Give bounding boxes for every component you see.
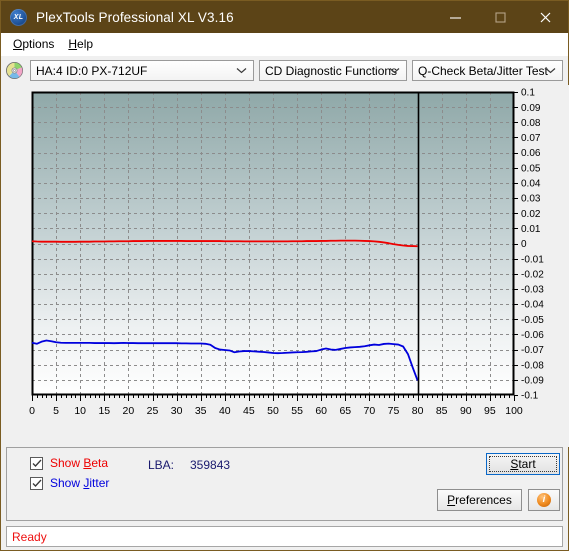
svg-text:0.04: 0.04 <box>521 179 541 190</box>
cd-disc-icon <box>6 62 23 79</box>
status-text: Ready <box>12 529 47 544</box>
svg-text:-0.08: -0.08 <box>521 360 544 371</box>
test-select[interactable]: Q-Check Beta/Jitter Test <box>412 60 563 81</box>
application-window: XL PlexTools Professional XL V3.16 Optio… <box>0 0 569 551</box>
svg-text:100: 100 <box>505 405 523 417</box>
drive-select[interactable]: HA:4 ID:0 PX-712UF <box>30 60 254 81</box>
menu-bar: Options Help <box>1 33 568 56</box>
svg-text:80: 80 <box>412 405 424 417</box>
svg-text:0.03: 0.03 <box>521 194 541 205</box>
lba-label: LBA: <box>148 458 175 472</box>
svg-text:-0.07: -0.07 <box>521 345 544 356</box>
menu-help-label: elp <box>77 37 94 51</box>
svg-text:0: 0 <box>521 239 527 250</box>
svg-text:0.02: 0.02 <box>521 209 541 220</box>
chevron-down-icon <box>389 61 400 80</box>
show-beta-label: Show Beta <box>50 456 109 470</box>
svg-text:-0.06: -0.06 <box>521 330 544 341</box>
svg-text:20: 20 <box>123 405 135 417</box>
show-jitter-checkbox-row[interactable]: Show Jitter <box>30 476 109 490</box>
svg-text:-0.04: -0.04 <box>521 300 544 311</box>
drive-select-value: HA:4 ID:0 PX-712UF <box>36 63 148 78</box>
preferences-button-label: Preferences <box>447 493 512 507</box>
svg-text:0.05: 0.05 <box>521 163 541 174</box>
show-jitter-checkbox[interactable] <box>30 476 43 490</box>
start-button-label: Start <box>510 457 536 471</box>
status-bar: Ready <box>6 526 563 547</box>
chevron-down-icon <box>545 61 556 80</box>
svg-text:0.01: 0.01 <box>521 224 541 235</box>
svg-text:0.07: 0.07 <box>521 133 541 144</box>
function-select[interactable]: CD Diagnostic Functions <box>259 60 407 81</box>
chart-plot-area: 0.1 0.09 0.08 0.07 0.06 0.05 0.04 0.03 0.02 0.01 0… <box>1 85 569 447</box>
show-jitter-label: Show Jitter <box>50 476 110 490</box>
svg-text:-0.01: -0.01 <box>521 254 544 265</box>
info-icon: i <box>537 493 551 507</box>
check-icon <box>32 459 41 467</box>
svg-text:-0.05: -0.05 <box>521 315 544 326</box>
close-icon[interactable] <box>523 1 568 33</box>
svg-text:45: 45 <box>243 405 255 417</box>
start-button-focus-ring: Start <box>489 456 557 472</box>
svg-text:-0.1: -0.1 <box>521 391 539 402</box>
svg-text:0.09: 0.09 <box>521 103 541 114</box>
test-select-value: Q-Check Beta/Jitter Test <box>418 63 548 78</box>
xl-logo-icon: XL <box>10 8 27 26</box>
svg-text:35: 35 <box>195 405 207 417</box>
svg-text:0.08: 0.08 <box>521 118 541 129</box>
svg-text:0.06: 0.06 <box>521 148 541 159</box>
svg-text:65: 65 <box>339 405 351 417</box>
selector-toolbar: HA:4 ID:0 PX-712UF CD Diagnostic Functio… <box>1 56 568 85</box>
svg-text:75: 75 <box>388 405 400 417</box>
minimize-icon[interactable] <box>433 1 478 33</box>
svg-text:55: 55 <box>291 405 303 417</box>
window-controls <box>433 1 568 33</box>
svg-text:0.1: 0.1 <box>521 88 535 99</box>
svg-text:90: 90 <box>460 405 472 417</box>
show-beta-checkbox-row[interactable]: Show Beta <box>30 456 108 470</box>
svg-text:30: 30 <box>171 405 183 417</box>
show-beta-checkbox[interactable] <box>30 456 43 470</box>
svg-text:25: 25 <box>147 405 159 417</box>
svg-text:5: 5 <box>53 405 59 417</box>
svg-text:-0.03: -0.03 <box>521 285 544 296</box>
svg-text:85: 85 <box>436 405 448 417</box>
svg-text:10: 10 <box>74 405 86 417</box>
window-title: PlexTools Professional XL V3.16 <box>36 9 234 25</box>
start-button[interactable]: Start <box>486 453 560 475</box>
preferences-button[interactable]: Preferences <box>437 489 522 511</box>
menu-options-label: ptions <box>22 37 55 51</box>
svg-text:70: 70 <box>364 405 376 417</box>
menu-item-options[interactable]: Options <box>7 35 62 53</box>
svg-text:40: 40 <box>219 405 231 417</box>
info-button[interactable]: i <box>528 489 560 511</box>
svg-text:-0.02: -0.02 <box>521 269 544 280</box>
svg-text:60: 60 <box>315 405 327 417</box>
check-icon <box>32 479 41 487</box>
lba-value: 359843 <box>190 458 231 472</box>
title-bar: XL PlexTools Professional XL V3.16 <box>1 1 568 33</box>
svg-text:15: 15 <box>98 405 110 417</box>
function-select-value: CD Diagnostic Functions <box>265 63 398 78</box>
chevron-down-icon <box>236 61 247 80</box>
maximize-icon[interactable] <box>478 1 523 33</box>
svg-text:0: 0 <box>29 405 35 417</box>
controls-panel: Show Beta Show Jitter LBA: 359843 Start … <box>6 447 563 521</box>
beta-jitter-chart: High Low 0.10.090.080.070.060.050.040.03… <box>1 85 569 493</box>
svg-text:50: 50 <box>267 405 279 417</box>
svg-text:-0.09: -0.09 <box>521 375 544 386</box>
svg-text:95: 95 <box>484 405 496 417</box>
menu-item-help[interactable]: Help <box>62 35 101 53</box>
